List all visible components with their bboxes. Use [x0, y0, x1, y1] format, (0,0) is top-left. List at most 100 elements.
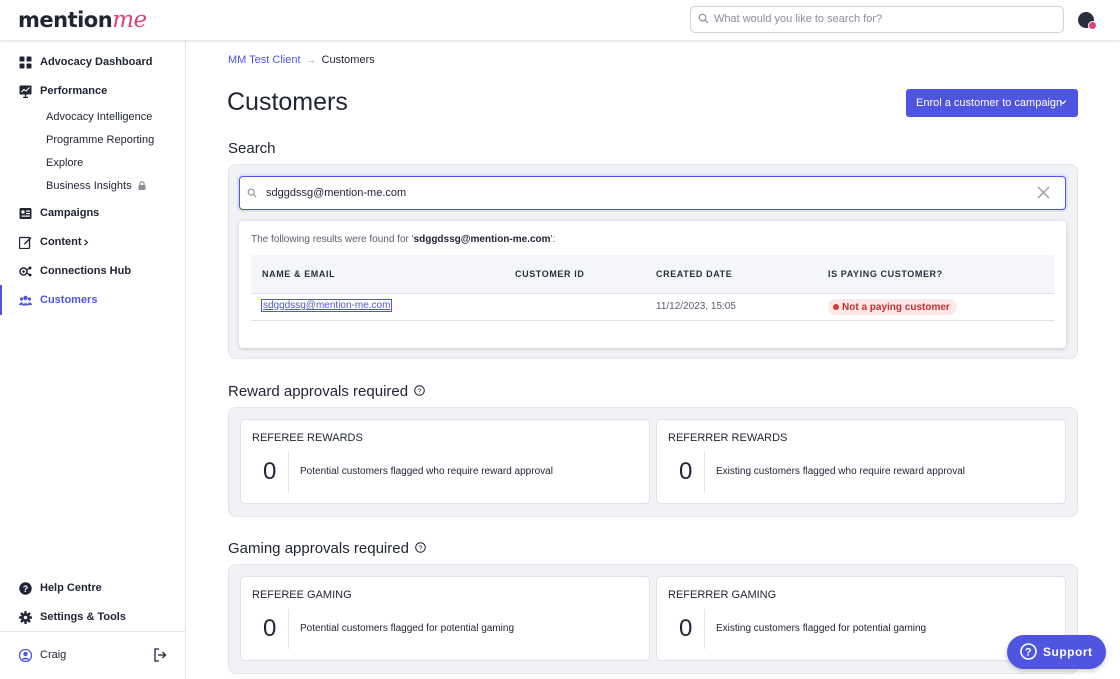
card-description: Existing customers flagged who require r…: [716, 466, 966, 477]
sidebar-item-customers[interactable]: Customers: [0, 285, 185, 315]
card-title: REFEREE REWARDS: [252, 432, 363, 444]
card-count: 0: [679, 458, 693, 485]
card-divider: [704, 452, 705, 492]
help-circle-icon[interactable]: ?: [415, 542, 426, 553]
chevron-down-icon: [1059, 100, 1067, 105]
search-icon: [698, 13, 709, 24]
column-header-customer-id: CUSTOMER ID: [515, 269, 585, 279]
results-found-prefix: The following results were found for ': [251, 234, 414, 245]
table-row[interactable]: sdggdssg@mention-me.com 11/12/2023, 15:0…: [251, 293, 1054, 321]
close-icon[interactable]: [1037, 186, 1050, 199]
user-avatar-icon: [19, 648, 32, 662]
chart-board-icon: [19, 85, 32, 98]
sidebar-item-advocacy-dashboard[interactable]: Advocacy Dashboard: [0, 49, 185, 75]
logout-icon[interactable]: [153, 648, 167, 662]
referrer-gaming-card[interactable]: REFERRER GAMING 0 Existing customers fla…: [656, 576, 1066, 661]
sidebar-subitem-advocacy-intelligence[interactable]: Advocacy Intelligence: [46, 111, 152, 123]
sidebar-item-label: Performance: [40, 85, 108, 97]
card-title: REFERRER GAMING: [668, 589, 777, 601]
column-header-created-date: CREATED DATE: [656, 269, 733, 279]
grid-icon: [19, 56, 32, 68]
breadcrumb: MM Test Client → Customers: [228, 54, 375, 66]
status-badge: Not a paying customer: [828, 299, 957, 315]
gaming-approvals-title-text: Gaming approvals required: [228, 540, 409, 557]
support-label: Support: [1043, 645, 1093, 659]
sidebar-item-connections-hub[interactable]: Connections Hub: [0, 258, 185, 284]
logo-text: mention: [18, 8, 113, 32]
gaming-approvals-title: Gaming approvals required?: [228, 540, 426, 557]
help-circle-icon[interactable]: ?: [414, 385, 425, 396]
sidebar-item-label: Help Centre: [40, 582, 102, 594]
card-divider: [288, 609, 289, 649]
sidebar-subitem-explore[interactable]: Explore: [46, 157, 83, 169]
card-divider: [704, 609, 705, 649]
global-search-placeholder: What would you like to search for?: [714, 13, 883, 25]
top-bar: mentionme What would you like to search …: [0, 0, 1120, 40]
referee-rewards-card[interactable]: REFEREE REWARDS 0 Potential customers fl…: [240, 419, 650, 504]
gear-icon: [19, 610, 32, 624]
enrol-customer-button[interactable]: Enrol a customer to campaign: [906, 89, 1078, 117]
customer-email-link[interactable]: sdggdssg@mention-me.com: [260, 299, 393, 312]
created-date-cell: 11/12/2023, 15:05: [656, 301, 736, 312]
svg-text:?: ?: [1025, 647, 1032, 659]
card-description: Potential customers flagged for potentia…: [300, 623, 515, 634]
referee-gaming-card[interactable]: REFEREE GAMING 0 Potential customers fla…: [240, 576, 650, 661]
sidebar-item-performance[interactable]: Performance: [0, 78, 185, 104]
referrer-rewards-card[interactable]: REFERRER REWARDS 0 Existing customers fl…: [656, 419, 1066, 504]
arrow-right-icon: →: [306, 55, 316, 65]
svg-text:?: ?: [418, 545, 422, 552]
sidebar-item-content[interactable]: Content: [0, 229, 185, 255]
notification-dot: [1088, 21, 1097, 30]
card-count: 0: [263, 458, 277, 485]
logo-accent-text: me: [112, 7, 147, 33]
column-header-name-email: NAME & EMAIL: [262, 269, 336, 279]
sidebar-user[interactable]: Craig: [0, 642, 185, 668]
page-title: Customers: [227, 88, 348, 116]
search-section-title: Search: [228, 140, 276, 157]
help-circle-icon: ?: [1020, 643, 1037, 660]
connections-icon: [19, 266, 32, 276]
breadcrumb-parent-link[interactable]: MM Test Client: [228, 54, 301, 66]
sidebar-subitem-label: Business Insights: [46, 180, 132, 192]
global-search-input[interactable]: What would you like to search for?: [690, 6, 1064, 33]
card-count: 0: [263, 615, 277, 642]
reward-approvals-title-text: Reward approvals required: [228, 383, 409, 400]
breadcrumb-current: Customers: [321, 54, 375, 66]
card-count: 0: [679, 615, 693, 642]
card-description: Existing customers flagged for potential…: [716, 623, 927, 634]
user-avatar[interactable]: [1078, 12, 1097, 30]
campaigns-icon: [19, 207, 32, 219]
svg-text:?: ?: [23, 584, 29, 594]
support-button[interactable]: ? Support: [1007, 635, 1106, 669]
sidebar-item-label: Customers: [40, 294, 98, 306]
sidebar-item-label: Connections Hub: [40, 265, 132, 277]
chevron-right-icon: [84, 239, 89, 246]
users-icon: [19, 295, 32, 305]
results-found-suffix: ':: [550, 234, 556, 245]
sidebar-item-label: Content: [40, 236, 82, 248]
card-title: REFEREE GAMING: [252, 589, 352, 601]
sidebar-subitem-programme-reporting[interactable]: Programme Reporting: [46, 134, 154, 146]
sidebar-item-settings-tools[interactable]: Settings & Tools: [0, 604, 185, 630]
results-found-text: The following results were found for 'sd…: [251, 234, 555, 245]
search-results-dropdown: The following results were found for 'sd…: [239, 221, 1066, 348]
svg-text:?: ?: [418, 388, 422, 395]
search-icon: [247, 188, 257, 198]
sidebar-divider: [0, 631, 185, 632]
sidebar-item-help-centre[interactable]: ? Help Centre: [0, 575, 185, 601]
sidebar-item-label: Settings & Tools: [40, 611, 126, 623]
mention-me-logo[interactable]: mentionme: [18, 7, 147, 33]
sidebar-item-label: Campaigns: [40, 207, 100, 219]
results-found-term: sdggdssg@mention-me.com: [413, 234, 551, 245]
lock-icon: [138, 181, 146, 190]
sidebar-item-campaigns[interactable]: Campaigns: [0, 200, 185, 226]
sidebar-subitem-business-insights[interactable]: Business Insights: [46, 180, 146, 192]
results-table-header: NAME & EMAIL CUSTOMER ID CREATED DATE IS…: [251, 255, 1054, 293]
sidebar-item-label: Advocacy Dashboard: [40, 56, 153, 68]
card-title: REFERRER REWARDS: [668, 432, 788, 444]
sidebar: Advocacy Dashboard Performance Advocacy …: [0, 40, 186, 679]
reward-approvals-title: Reward approvals required?: [228, 383, 425, 400]
edit-icon: [19, 236, 32, 249]
enrol-customer-label: Enrol a customer to campaign: [916, 97, 1063, 109]
customer-search-input[interactable]: sdggdssg@mention-me.com: [239, 176, 1066, 210]
